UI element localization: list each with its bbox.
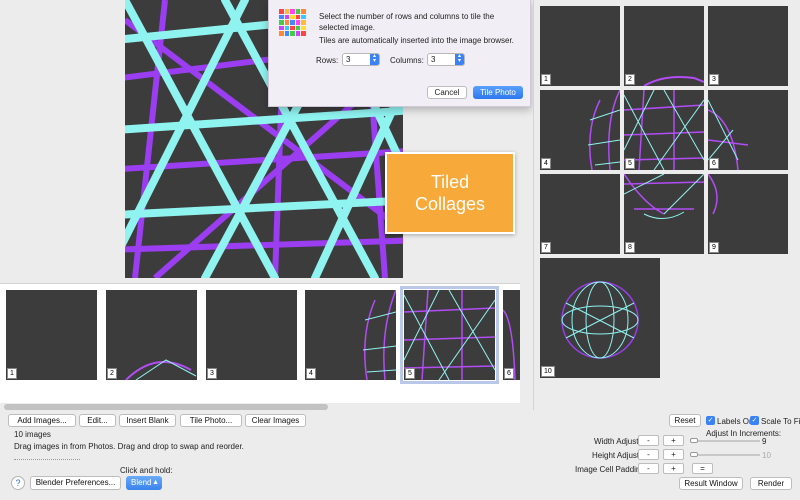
dialog-note: Tiles are automatically inserted into th… — [319, 36, 514, 45]
image-count: 10 images — [14, 430, 51, 439]
cell-padding-label: Image Cell Padding: — [575, 465, 648, 474]
grid-tile[interactable]: 8 — [624, 174, 704, 254]
grid-tile[interactable]: 3 — [708, 6, 788, 86]
width-plus-button[interactable]: + — [663, 435, 684, 446]
grid-tile[interactable]: 2 — [624, 6, 704, 86]
grid-tile[interactable]: 9 — [708, 174, 788, 254]
labels-on-label: Labels On — [717, 417, 754, 426]
thumb-label: 4 — [306, 368, 316, 379]
insert-blank-button[interactable]: Insert Blank — [119, 414, 176, 427]
padding-minus-button[interactable]: - — [638, 463, 659, 474]
width-slider-knob[interactable] — [690, 438, 698, 443]
thumb-label: 2 — [107, 368, 117, 379]
tiled-result-grid: 1 2 3 4 5 6 7 8 9 10 — [533, 0, 800, 410]
width-increment-value: 9 — [762, 437, 767, 446]
height-adjust-label: Height Adjust: — [592, 451, 642, 460]
tile-label: 10 — [541, 366, 555, 377]
grid-tile[interactable]: 10 — [540, 258, 660, 378]
thumb-label: 5 — [405, 368, 415, 379]
thumb-label: 6 — [504, 368, 514, 379]
height-increment-value: 10 — [762, 451, 771, 460]
browser-thumb[interactable]: 4 — [305, 290, 396, 380]
height-minus-button[interactable]: - — [638, 449, 659, 460]
adjust-increments-label: Adjust In Increments: — [706, 429, 782, 438]
width-minus-button[interactable]: - — [638, 435, 659, 446]
grid-tile[interactable]: 4 — [540, 90, 620, 170]
tile-label: 2 — [625, 74, 635, 85]
click-hold-label: Click and hold: — [120, 466, 173, 475]
browser-thumb[interactable]: 1 — [6, 290, 97, 380]
rows-stepper[interactable]: 3 ▴ ▾ — [342, 53, 380, 66]
tile-label: 4 — [541, 158, 551, 169]
callout-line2: Collages — [414, 194, 486, 214]
browser-thumb[interactable]: 3 — [206, 290, 297, 380]
sphere-fragment — [643, 76, 704, 86]
tile-label: 3 — [709, 74, 719, 85]
columns-label: Columns: — [390, 56, 424, 65]
rows-stepper-arrows-icon[interactable]: ▴ ▾ — [370, 53, 379, 65]
thumb-label: 1 — [7, 368, 17, 379]
height-slider-knob[interactable] — [690, 452, 698, 457]
columns-stepper-arrows-icon[interactable]: ▴ ▾ — [455, 53, 464, 65]
width-increment-slider[interactable] — [690, 440, 760, 442]
grid-tile[interactable]: 1 — [540, 6, 620, 86]
image-browser: 1 2 3 4 5 6 — [0, 283, 520, 403]
grid-tile[interactable]: 6 — [708, 90, 788, 170]
scale-to-fit-checkbox[interactable]: ✓ — [750, 416, 759, 425]
grid-tile[interactable]: 5 — [624, 90, 704, 170]
tile-label: 9 — [709, 242, 719, 253]
blender-preferences-button[interactable]: Blender Preferences... — [30, 476, 121, 490]
scale-to-fit-label: Scale To Fit — [761, 417, 800, 426]
columns-stepper[interactable]: 3 ▴ ▾ — [427, 53, 465, 66]
tile-label: 8 — [625, 242, 635, 253]
browser-thumb[interactable]: 2 — [106, 290, 197, 380]
tile-photo-confirm-button[interactable]: Tile Photo — [473, 86, 523, 99]
scrollbar-thumb[interactable] — [4, 404, 328, 410]
result-window-button[interactable]: Result Window — [679, 477, 743, 490]
thumbnail-size-slider[interactable] — [14, 454, 80, 460]
tile-photo-button[interactable]: Tile Photo... — [180, 414, 242, 427]
height-increment-slider[interactable] — [690, 454, 760, 456]
render-button[interactable]: Render — [750, 477, 792, 490]
height-plus-button[interactable]: + — [663, 449, 684, 460]
tile-photo-dialog: Select the number of rows and columns to… — [268, 0, 531, 107]
blend-popup[interactable]: Blend ▲ — [126, 476, 162, 490]
browser-thumb-selected[interactable]: 5 — [400, 286, 499, 384]
add-images-button[interactable]: Add Images... — [8, 414, 76, 427]
blend-value: Blend — [131, 478, 152, 487]
edit-button[interactable]: Edit... — [79, 414, 116, 427]
rows-value: 3 — [346, 55, 351, 64]
dialog-message: Select the number of rows and columns to… — [319, 12, 495, 32]
rows-label: Rows: — [316, 56, 339, 65]
tiled-collages-callout: Tiled Collages — [385, 152, 515, 234]
padding-equal-button[interactable]: = — [692, 463, 713, 474]
columns-value: 3 — [431, 55, 436, 64]
popup-arrow-icon: ▲ — [152, 479, 159, 486]
padding-plus-button[interactable]: + — [663, 463, 684, 474]
reset-button[interactable]: Reset — [669, 414, 701, 427]
browser-scrollbar[interactable] — [4, 404, 524, 410]
width-adjust-label: Width Adjust: — [594, 437, 641, 446]
tile-grid-icon — [279, 9, 306, 36]
clear-images-button[interactable]: Clear Images — [245, 414, 306, 427]
labels-on-checkbox[interactable]: ✓ — [706, 416, 715, 425]
tile-label: 1 — [541, 74, 551, 85]
cancel-button[interactable]: Cancel — [427, 86, 467, 99]
help-button[interactable]: ? — [11, 476, 25, 490]
callout-line1: Tiled — [430, 172, 470, 192]
grid-tile[interactable]: 7 — [540, 174, 620, 254]
tile-label: 6 — [709, 158, 719, 169]
tile-label: 5 — [625, 158, 635, 169]
tile-label: 7 — [541, 242, 551, 253]
browser-thumb[interactable]: 6 — [503, 290, 520, 380]
drag-hint: Drag images in from Photos. Drag and dro… — [14, 442, 244, 451]
thumb-label: 3 — [207, 368, 217, 379]
